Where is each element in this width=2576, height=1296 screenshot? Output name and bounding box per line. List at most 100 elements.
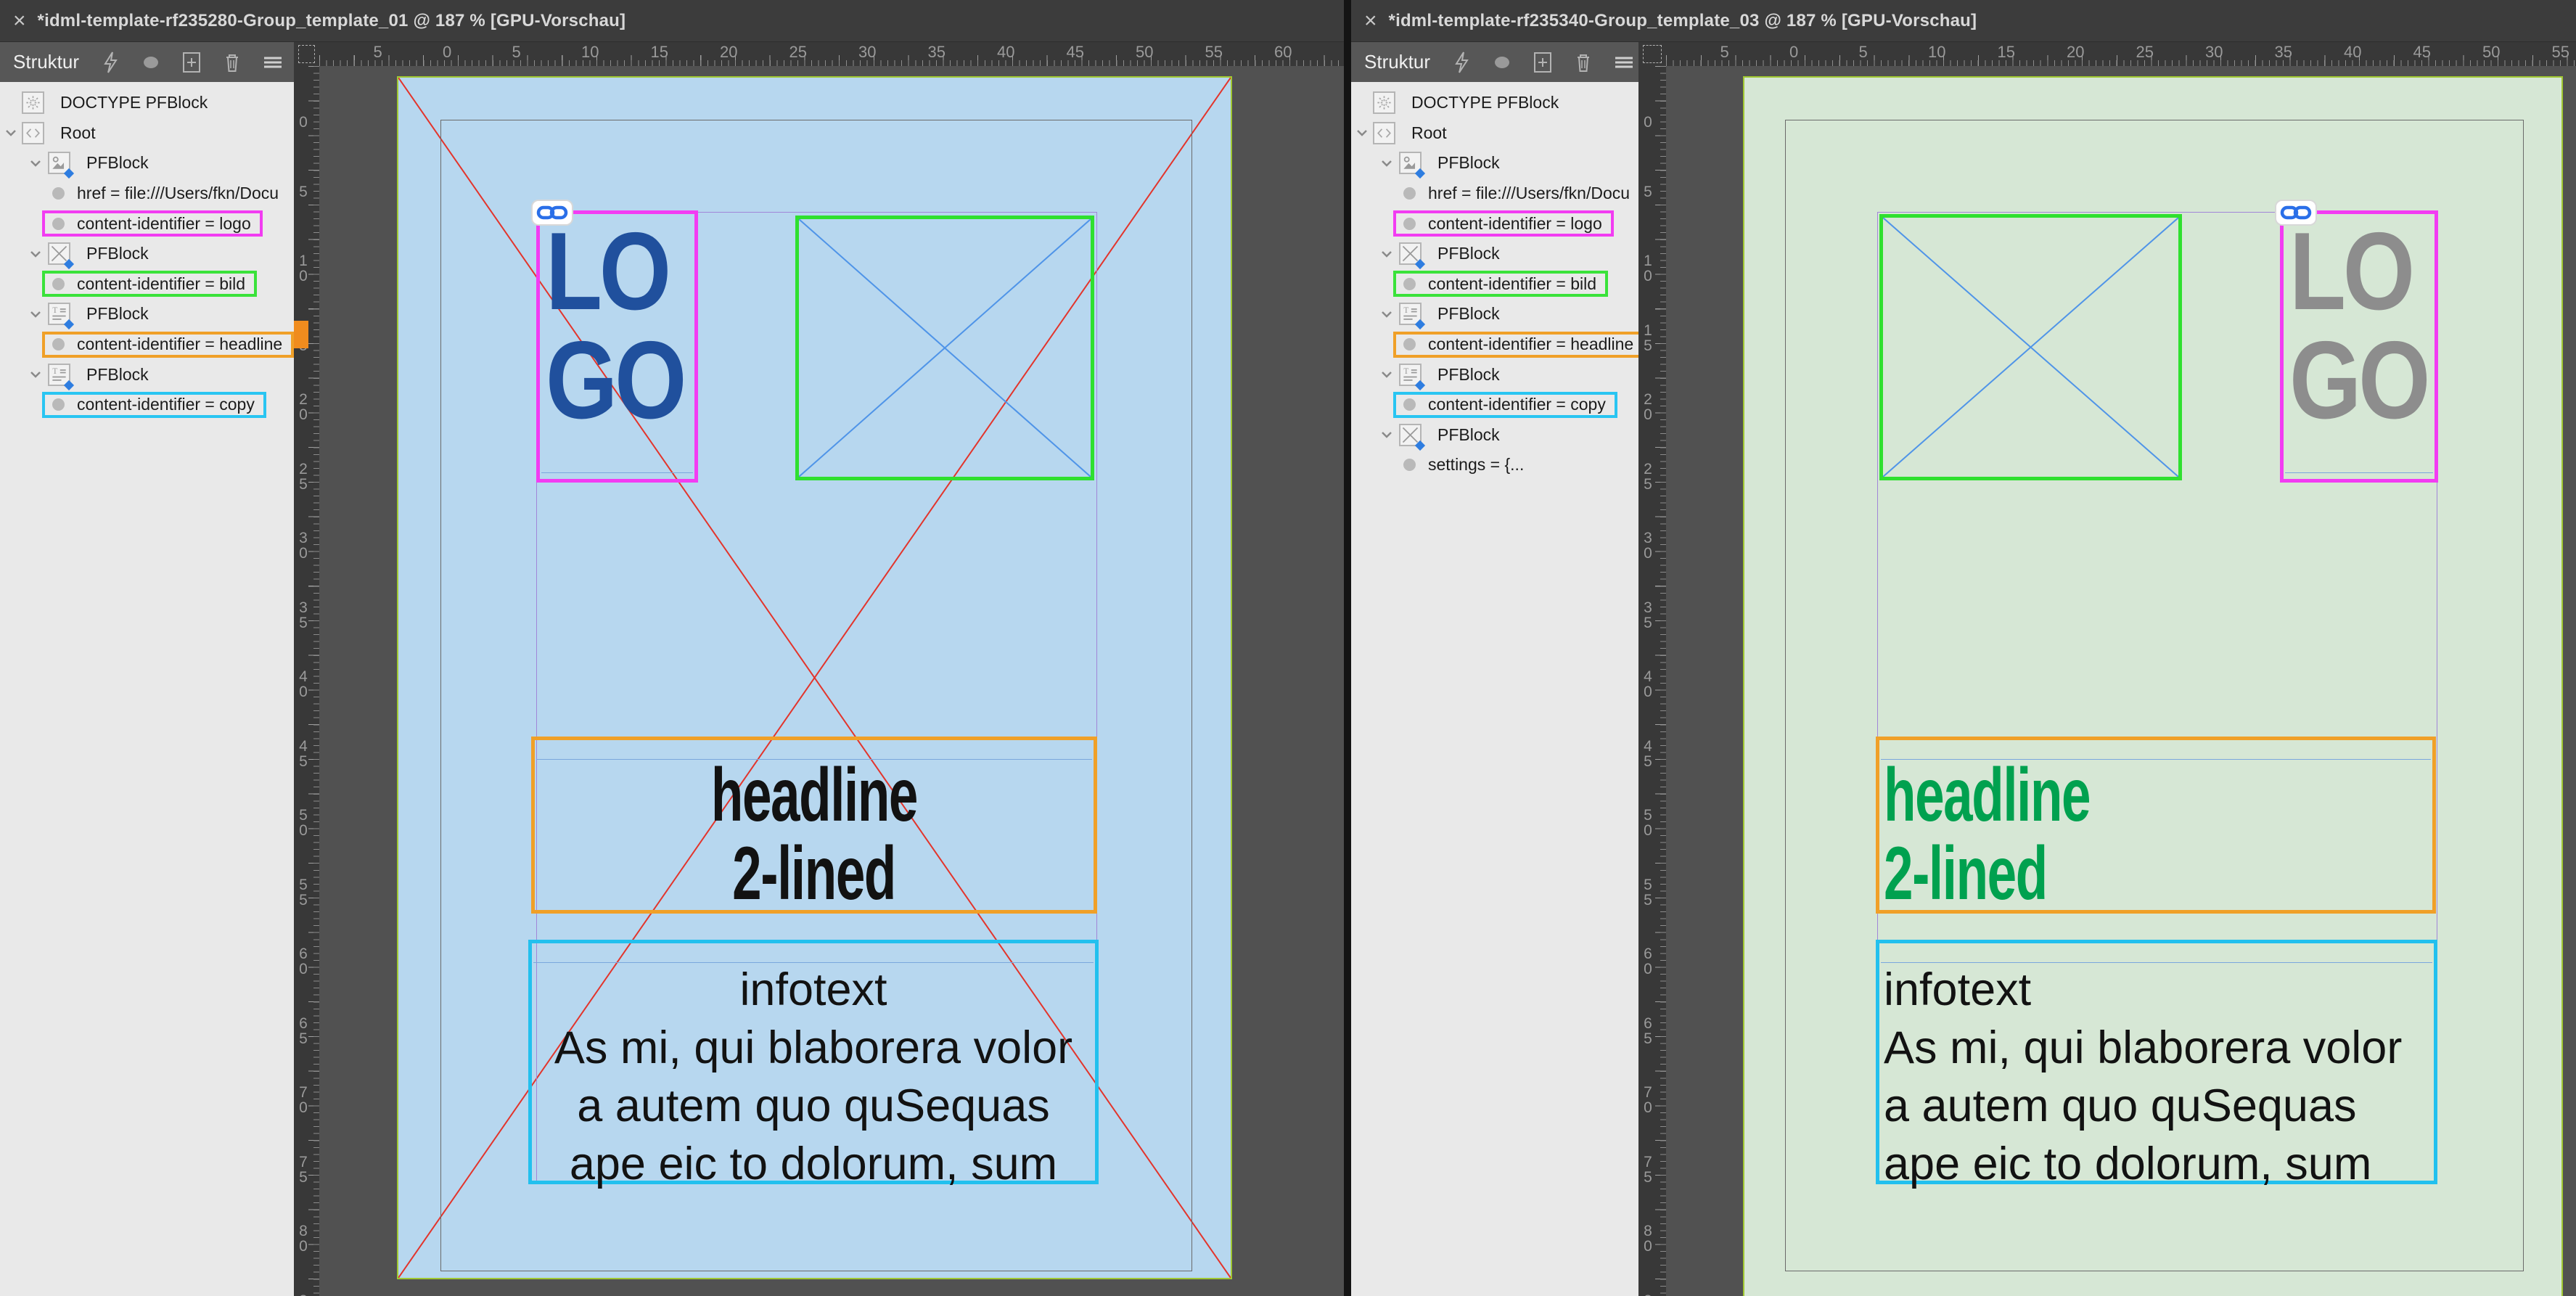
image-frame-icon bbox=[1399, 152, 1422, 174]
copy-frame[interactable]: infotextAs mi, qui blaborera volora aute… bbox=[528, 940, 1099, 1184]
ruler-origin[interactable] bbox=[294, 42, 319, 66]
text-frame-icon: T bbox=[48, 364, 70, 386]
chevron-down-icon[interactable] bbox=[29, 157, 42, 170]
tree-row-pfblock[interactable]: PFBlock bbox=[1351, 148, 1638, 179]
tree-row-attr[interactable]: content-identifier = headline bbox=[1351, 329, 1638, 360]
ruler-number: 20 bbox=[720, 43, 737, 62]
tree-row-attr[interactable]: content-identifier = logo bbox=[1351, 208, 1638, 239]
content-identifier-highlight: content-identifier = headline bbox=[1393, 332, 1638, 358]
chevron-down-icon[interactable] bbox=[1380, 428, 1393, 441]
ruler-number: 55 bbox=[2552, 43, 2569, 62]
ruler-origin[interactable] bbox=[1638, 42, 1666, 66]
add-element-icon[interactable] bbox=[179, 50, 204, 75]
tree-row-attr[interactable]: content-identifier = logo bbox=[0, 208, 294, 239]
image-placeholder-frame[interactable] bbox=[795, 216, 1094, 480]
attribute-dot-icon bbox=[1403, 218, 1416, 230]
linked-content-icon[interactable] bbox=[531, 200, 573, 226]
tree-row-pfblock[interactable]: PFBlock bbox=[0, 148, 294, 179]
pasteboard[interactable]: LOGO headline2-lined infotextAs mi, qui … bbox=[1666, 66, 2576, 1296]
ruler-number: 40 bbox=[997, 43, 1014, 62]
chevron-down-icon[interactable] bbox=[1380, 308, 1393, 321]
tab-bar[interactable]: × *idml-template-rf235340-Group_template… bbox=[1351, 0, 2576, 42]
ruler-number: 30 bbox=[858, 43, 876, 62]
ruler-number: 0 bbox=[443, 43, 451, 62]
pasteboard[interactable]: LOGO headline2-lined infotextAs mi, qui … bbox=[319, 66, 1344, 1296]
vertical-ruler[interactable]: 0510152025303540455055606570758085 bbox=[294, 66, 319, 1296]
tree-row-pfblock[interactable]: TPFBlock bbox=[0, 299, 294, 329]
ruler-number: 80 bbox=[298, 1223, 309, 1254]
tree-row-pfblock[interactable]: TPFBlock bbox=[1351, 299, 1638, 329]
chevron-down-icon[interactable] bbox=[1380, 247, 1393, 261]
chevron-down-icon[interactable] bbox=[1380, 368, 1393, 381]
tab-bar[interactable]: × *idml-template-rf235280-Group_template… bbox=[0, 0, 1344, 42]
close-icon[interactable]: × bbox=[1364, 10, 1377, 32]
chevron-down-icon[interactable] bbox=[1380, 157, 1393, 170]
headline-frame[interactable]: headline2-lined bbox=[531, 737, 1097, 914]
logo-frame[interactable]: LOGO bbox=[536, 210, 698, 483]
panel-menu-icon[interactable] bbox=[261, 50, 285, 75]
tree-row-doctype[interactable]: DOCTYPE PFBlock bbox=[0, 88, 294, 118]
horizontal-ruler[interactable]: 05051015202530354045505560 bbox=[319, 42, 1344, 66]
ruler-number: 25 bbox=[1642, 462, 1654, 492]
section-marker[interactable] bbox=[294, 321, 308, 348]
ruler-number: 0 bbox=[1789, 43, 1798, 62]
trash-icon[interactable] bbox=[220, 50, 245, 75]
attribute-dot-icon bbox=[1403, 187, 1416, 200]
ruler-number: 5 bbox=[1720, 43, 1729, 62]
validate-flash-icon[interactable] bbox=[98, 50, 123, 75]
tree-row-attr[interactable]: content-identifier = copy bbox=[0, 390, 294, 420]
ruler-number: 25 bbox=[789, 43, 807, 62]
logo-frame[interactable]: LOGO bbox=[2280, 210, 2438, 483]
linked-content-icon[interactable] bbox=[2275, 200, 2317, 226]
chevron-down-icon[interactable] bbox=[29, 368, 42, 381]
tree-row-pfblock[interactable]: TPFBlock bbox=[1351, 359, 1638, 390]
horizontal-ruler[interactable]: 050510152025303540455055 bbox=[1666, 42, 2576, 66]
ruler-number: 55 bbox=[298, 877, 309, 908]
tree-row-root[interactable]: Root bbox=[0, 118, 294, 149]
tree-row-root[interactable]: Root bbox=[1351, 118, 1638, 149]
ruler-number: 75 bbox=[1642, 1154, 1654, 1185]
page[interactable]: LOGO headline2-lined infotextAs mi, qui … bbox=[1743, 76, 2563, 1296]
page[interactable]: LOGO headline2-lined infotextAs mi, qui … bbox=[397, 76, 1232, 1279]
attribute-dot-icon[interactable] bbox=[139, 50, 163, 75]
ruler-number: 10 bbox=[1642, 253, 1654, 284]
trash-icon[interactable] bbox=[1571, 50, 1596, 75]
chevron-down-icon[interactable] bbox=[4, 126, 17, 139]
attribute-dot-icon bbox=[1403, 338, 1416, 350]
ruler-number: 10 bbox=[581, 43, 599, 62]
ruler-number: 10 bbox=[298, 253, 309, 284]
validate-flash-icon[interactable] bbox=[1449, 50, 1474, 75]
ruler-number: 15 bbox=[651, 43, 668, 62]
ruler-number: 35 bbox=[298, 600, 309, 631]
tree-row-attr[interactable]: href = file:///Users/fkn/Docu bbox=[1351, 179, 1638, 209]
tree-row-doctype[interactable]: DOCTYPE PFBlock bbox=[1351, 88, 1638, 118]
tree-row-pfblock[interactable]: PFBlock bbox=[1351, 420, 1638, 451]
vertical-ruler[interactable]: 0510152025303540455055606570758085 bbox=[1638, 66, 1666, 1296]
close-icon[interactable]: × bbox=[13, 10, 26, 32]
image-placeholder-frame[interactable] bbox=[1879, 214, 2182, 480]
tree-row-pfblock[interactable]: TPFBlock bbox=[0, 359, 294, 390]
copy-frame[interactable]: infotextAs mi, qui blaborera volora aute… bbox=[1876, 940, 2437, 1184]
content-identifier-highlight: content-identifier = headline bbox=[42, 332, 294, 358]
tree-row-attr[interactable]: content-identifier = copy bbox=[1351, 390, 1638, 420]
ruler-number: 20 bbox=[298, 392, 309, 422]
tree-row-attr[interactable]: content-identifier = headline bbox=[0, 329, 294, 360]
attribute-dot-icon[interactable] bbox=[1490, 50, 1514, 75]
ruler-number: 0 bbox=[298, 115, 309, 130]
tree-row-attr[interactable]: href = file:///Users/fkn/Docu bbox=[0, 179, 294, 209]
headline-frame[interactable]: headline2-lined bbox=[1876, 737, 2436, 914]
add-element-icon[interactable] bbox=[1530, 50, 1555, 75]
tree-row-attr[interactable]: content-identifier = bild bbox=[0, 269, 294, 300]
content-identifier-highlight: content-identifier = logo bbox=[1393, 210, 1614, 237]
tree-row-pfblock[interactable]: PFBlock bbox=[0, 239, 294, 269]
logo-text: LOGO bbox=[2289, 217, 2453, 435]
panel-menu-icon[interactable] bbox=[1612, 50, 1636, 75]
tree-row-attr[interactable]: settings = {... bbox=[1351, 450, 1638, 480]
ruler-number: 70 bbox=[1642, 1085, 1654, 1115]
chevron-down-icon[interactable] bbox=[1355, 126, 1369, 139]
tree-row-attr[interactable]: content-identifier = bild bbox=[1351, 269, 1638, 300]
ruler-number: 60 bbox=[1642, 946, 1654, 977]
chevron-down-icon[interactable] bbox=[29, 308, 42, 321]
tree-row-pfblock[interactable]: PFBlock bbox=[1351, 239, 1638, 269]
chevron-down-icon[interactable] bbox=[29, 247, 42, 261]
